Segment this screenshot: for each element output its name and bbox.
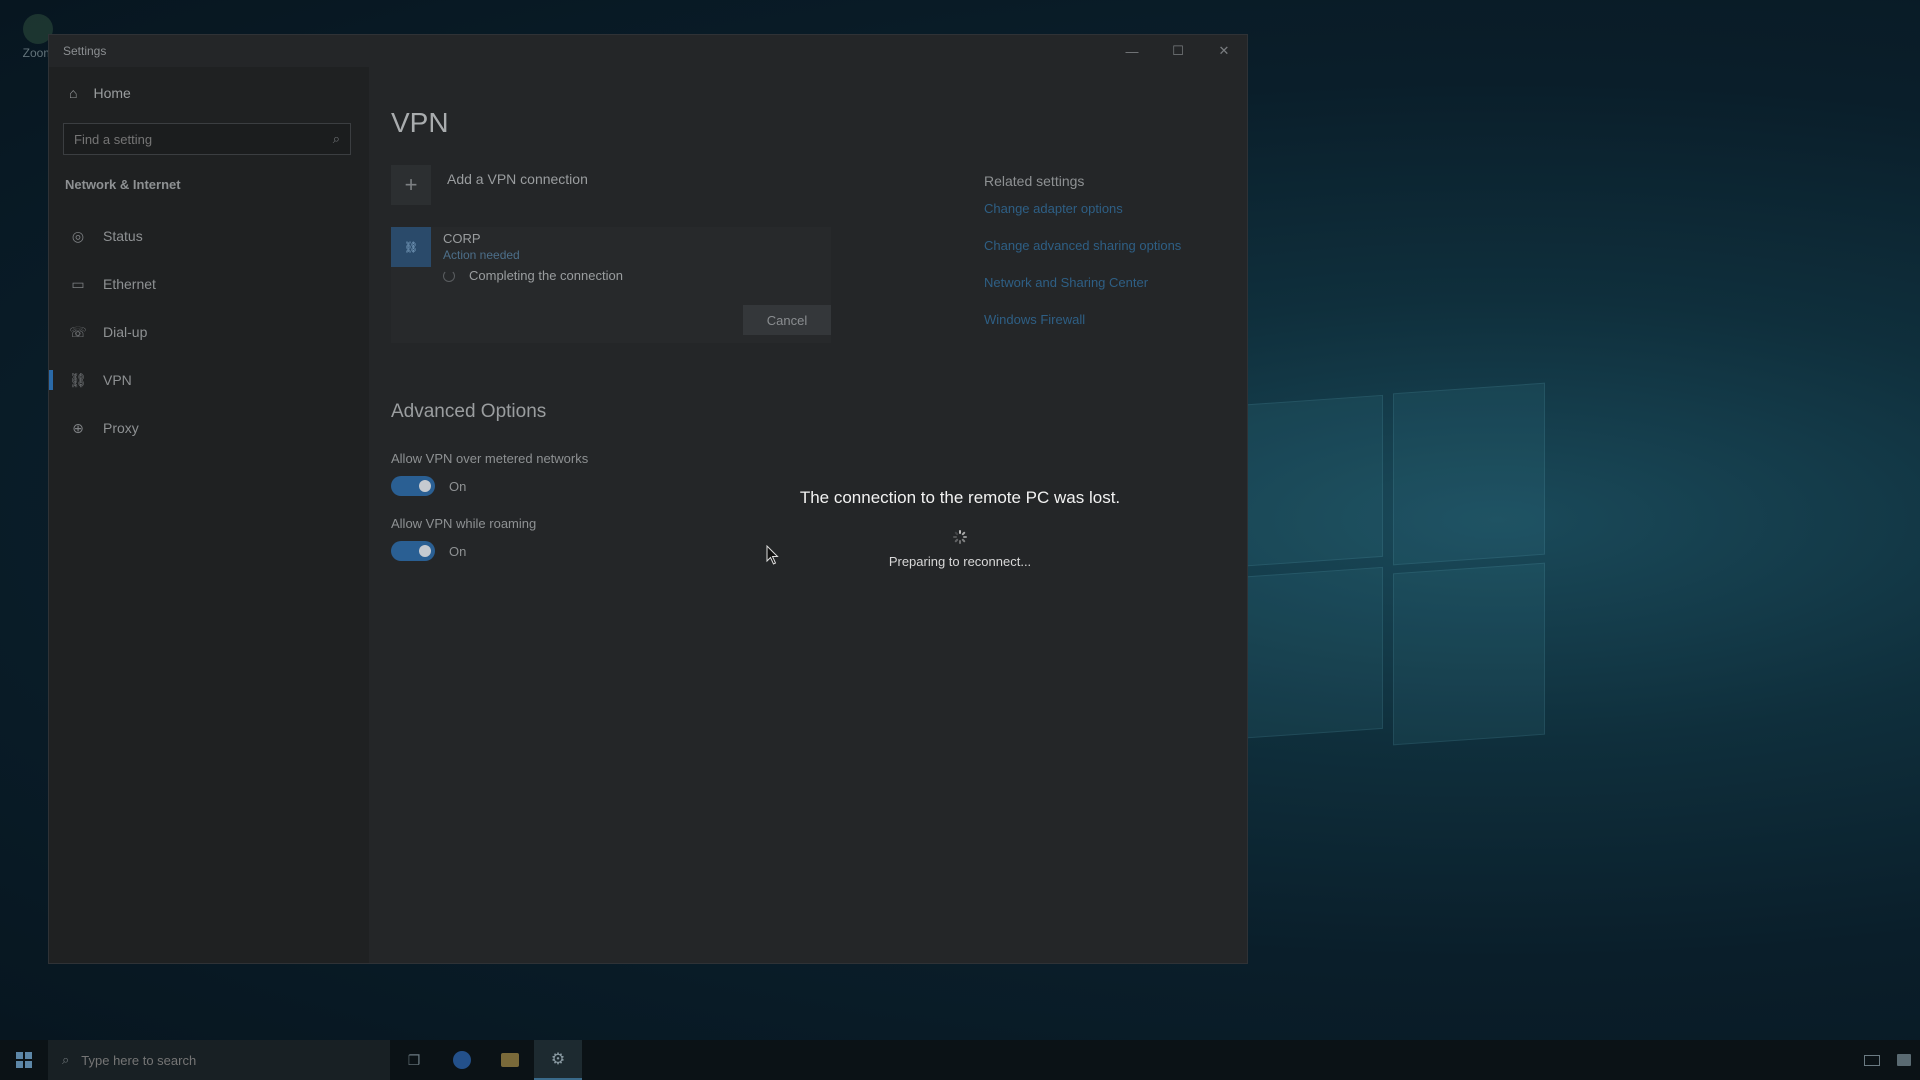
network-tray-button[interactable] bbox=[1856, 1040, 1888, 1080]
file-explorer-taskbar-button[interactable] bbox=[486, 1040, 534, 1080]
edge-taskbar-button[interactable] bbox=[438, 1040, 486, 1080]
reconnect-status-text: Preparing to reconnect... bbox=[888, 554, 1032, 569]
settings-taskbar-button[interactable]: ⚙ bbox=[534, 1040, 582, 1080]
mouse-pointer-icon bbox=[766, 545, 779, 565]
windows-start-icon bbox=[16, 1052, 32, 1068]
folder-icon bbox=[501, 1053, 519, 1067]
taskbar-search-box[interactable]: ⌕ bbox=[48, 1040, 390, 1080]
action-center-button[interactable] bbox=[1888, 1040, 1920, 1080]
taskbar-search-input[interactable] bbox=[81, 1052, 390, 1068]
search-icon: ⌕ bbox=[62, 1052, 70, 1067]
connection-lost-overlay: The connection to the remote PC was lost… bbox=[0, 0, 1920, 1040]
edge-icon bbox=[453, 1051, 471, 1069]
loading-spinner-icon bbox=[953, 530, 967, 544]
start-button[interactable] bbox=[0, 1040, 48, 1080]
gear-icon: ⚙ bbox=[550, 1051, 566, 1068]
notification-icon bbox=[1897, 1054, 1911, 1066]
task-view-button[interactable]: ❐ bbox=[390, 1040, 438, 1080]
taskbar: ⌕ ❐ ⚙ bbox=[0, 1040, 1920, 1080]
task-view-icon: ❐ bbox=[407, 1051, 421, 1068]
connection-lost-message: The connection to the remote PC was lost… bbox=[799, 488, 1121, 507]
monitor-icon bbox=[1864, 1054, 1880, 1066]
